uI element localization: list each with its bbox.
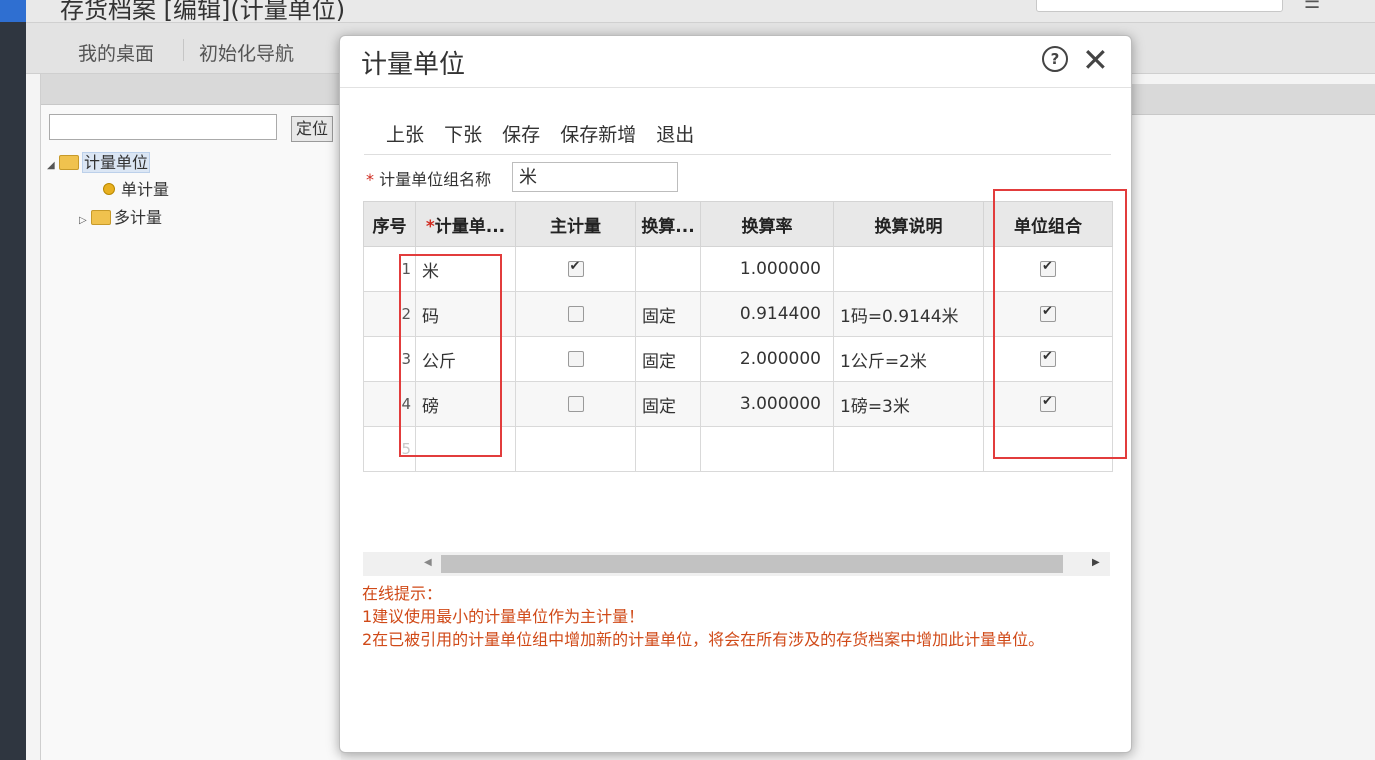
col-header-desc[interactable]: 换算说明 [833, 201, 984, 247]
conv-type-cell[interactable]: 固定 [635, 381, 701, 427]
tree-item-multi[interactable]: ▷ 多计量 [79, 204, 162, 228]
tip-line-1: 1建议使用最小的计量单位作为主计量！ [362, 607, 645, 626]
next-button[interactable]: 下张 [444, 124, 482, 146]
collapse-caret-icon[interactable]: ▷ [79, 215, 91, 226]
close-icon[interactable]: ✕ [1082, 40, 1109, 80]
main-unit-checkbox[interactable] [567, 306, 584, 322]
rail-accent [0, 0, 26, 22]
leaf-dot-icon [103, 183, 115, 195]
col-header-no[interactable]: 序号 [363, 201, 416, 247]
tip-line-2: 2在已被引用的计量单位组中增加新的计量单位，将会在所有涉及的存货档案中增加此计量… [362, 630, 1045, 649]
tree-search-input[interactable] [49, 114, 277, 140]
prev-button[interactable]: 上张 [386, 124, 424, 146]
main-unit-cell[interactable] [515, 246, 636, 292]
col-header-unit[interactable]: *计量单... [415, 201, 516, 247]
main-unit-checkbox[interactable] [567, 259, 584, 277]
group-name-label: * 计量单位组名称 [366, 170, 492, 189]
conv-desc-cell[interactable]: 1磅=3米 [833, 381, 984, 427]
conv-desc-cell[interactable] [833, 246, 984, 292]
conv-type-cell[interactable]: 固定 [635, 336, 701, 382]
save-new-button[interactable]: 保存新增 [560, 124, 636, 146]
horizontal-scrollbar[interactable]: ◀ ▶ [363, 552, 1110, 576]
menu-icon[interactable]: ☰ [1304, 0, 1320, 13]
conv-desc-cell[interactable] [833, 426, 984, 472]
app-title: 存货档案 [编辑](计量单位) [60, 0, 346, 23]
tree-item-label: 多计量 [114, 208, 163, 227]
main-unit-cell[interactable] [515, 381, 636, 427]
tree-item-label: 单计量 [121, 180, 170, 199]
dialog-title: 计量单位 [361, 50, 466, 80]
conv-rate-cell[interactable]: 1.000000 [700, 246, 834, 292]
conv-rate-cell[interactable] [700, 426, 834, 472]
folder-open-icon [59, 155, 79, 170]
highlight-box-combo-column [993, 189, 1127, 459]
conv-rate-cell[interactable]: 3.000000 [700, 381, 834, 427]
scroll-left-icon[interactable]: ◀ [424, 557, 432, 568]
required-mark: * [366, 170, 374, 189]
folder-icon [91, 210, 111, 225]
main-unit-cell[interactable] [515, 336, 636, 382]
title-divider [340, 87, 1131, 88]
left-rail [0, 0, 26, 760]
group-name-field[interactable]: 米 [512, 162, 678, 192]
scroll-thumb[interactable] [441, 555, 1063, 573]
col-header-rate[interactable]: 换算率 [700, 201, 834, 247]
scroll-right-icon[interactable]: ▶ [1092, 557, 1100, 568]
tips-title: 在线提示： [362, 584, 443, 603]
tree-panel: 定位 ◢ 计量单位 单计量 ▷ 多计量 [40, 74, 341, 760]
online-tips: 在线提示： 1建议使用最小的计量单位作为主计量！ 2在已被引用的计量单位组中增加… [362, 582, 1102, 651]
main-unit-checkbox[interactable] [567, 351, 584, 367]
top-search-input[interactable] [1036, 0, 1283, 12]
toolbar-divider [364, 154, 1111, 155]
top-bar: 存货档案 [编辑](计量单位) ☰ [26, 0, 1375, 23]
unit-dialog: 计量单位 ? ✕ 上张 下张 保存 保存新增 退出 * 计量单位组名称 米 序号… [339, 35, 1132, 753]
tab-my-desktop[interactable]: 我的桌面 [78, 39, 154, 66]
conv-type-cell[interactable]: 固定 [635, 291, 701, 337]
nav-divider [183, 39, 184, 61]
tree-item-root[interactable]: ◢ 计量单位 [47, 149, 151, 173]
save-button[interactable]: 保存 [502, 124, 540, 146]
content-header-strip [1132, 84, 1375, 115]
help-icon[interactable]: ? [1042, 46, 1068, 72]
conv-desc-cell[interactable]: 1公斤=2米 [833, 336, 984, 382]
dialog-toolbar: 上张 下张 保存 保存新增 退出 [386, 120, 708, 147]
tree-header [41, 74, 341, 105]
main-unit-cell[interactable] [515, 291, 636, 337]
conv-desc-cell[interactable]: 1码=0.9144米 [833, 291, 984, 337]
locate-button[interactable]: 定位 [291, 116, 333, 142]
conv-rate-cell[interactable]: 0.914400 [700, 291, 834, 337]
conv-type-cell[interactable] [635, 246, 701, 292]
tab-init-nav[interactable]: 初始化导航 [199, 39, 294, 66]
col-header-main[interactable]: 主计量 [515, 201, 636, 247]
main-unit-cell[interactable] [515, 426, 636, 472]
tree-item-label: 计量单位 [82, 152, 151, 173]
conv-type-cell[interactable] [635, 426, 701, 472]
highlight-box-unit-column [399, 254, 502, 457]
tree-item-single[interactable]: 单计量 [103, 176, 169, 200]
expand-caret-icon[interactable]: ◢ [47, 160, 59, 171]
main-unit-checkbox[interactable] [567, 396, 584, 412]
conv-rate-cell[interactable]: 2.000000 [700, 336, 834, 382]
exit-button[interactable]: 退出 [656, 124, 694, 146]
col-header-conv-type[interactable]: 换算... [635, 201, 701, 247]
